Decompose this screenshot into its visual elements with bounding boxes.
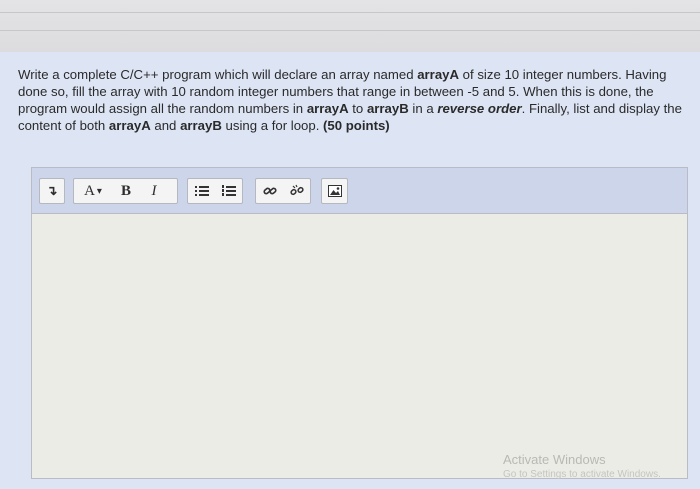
question-text: Write a complete C/C++ program which wil… bbox=[18, 67, 682, 133]
link-button[interactable] bbox=[256, 179, 283, 203]
answer-text-area[interactable] bbox=[32, 214, 687, 478]
editor-toolbar: ↴ A ▾ B I bbox=[32, 168, 687, 214]
italic-button[interactable]: I bbox=[140, 179, 168, 203]
watermark-title: Activate Windows bbox=[503, 452, 606, 467]
chevron-down-icon: ▾ bbox=[96, 185, 102, 197]
bullet-list-icon bbox=[194, 186, 209, 196]
bullet-list-button[interactable] bbox=[188, 179, 215, 203]
link-icon bbox=[262, 187, 277, 195]
list-group bbox=[187, 178, 243, 204]
divider bbox=[0, 30, 700, 31]
watermark-subtitle: Go to Settings to activate Windows. bbox=[503, 469, 661, 480]
insert-image-button[interactable] bbox=[322, 179, 347, 203]
divider bbox=[0, 12, 700, 13]
text-style-group: A ▾ B I bbox=[73, 178, 178, 204]
points-label: (50 points) bbox=[323, 118, 390, 133]
activate-windows-watermark: Activate Windows Go to Settings to activ… bbox=[503, 452, 661, 482]
top-strip bbox=[0, 0, 700, 52]
format-group: ↴ bbox=[39, 178, 65, 204]
font-color-button[interactable]: A ▾ bbox=[74, 179, 112, 203]
font-color-icon: A bbox=[84, 182, 95, 199]
numbered-list-button[interactable] bbox=[215, 179, 242, 203]
unlink-button[interactable] bbox=[283, 179, 310, 203]
bold-button[interactable]: B bbox=[112, 179, 140, 203]
image-group bbox=[321, 178, 348, 204]
answer-editor: ↴ A ▾ B I bbox=[31, 167, 688, 479]
unlink-icon bbox=[289, 184, 304, 196]
numbered-list-icon bbox=[221, 185, 236, 196]
format-icon[interactable]: ↴ bbox=[40, 179, 64, 203]
image-icon bbox=[327, 185, 342, 197]
link-group bbox=[255, 178, 311, 204]
